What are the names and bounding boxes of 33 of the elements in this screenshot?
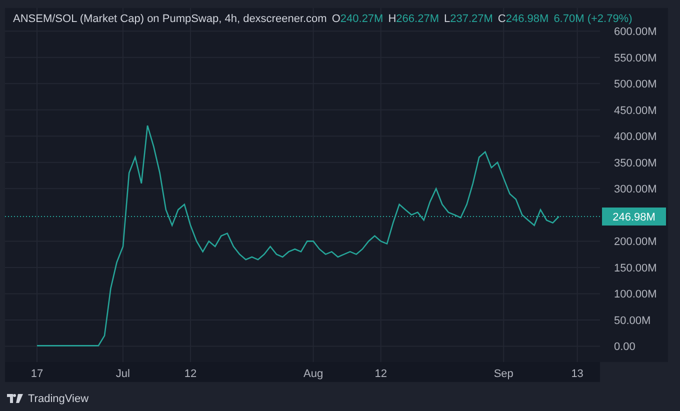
last-price-label: 246.98M: [612, 212, 656, 224]
logo-icon: [7, 394, 23, 403]
ohlc-label: C: [498, 13, 506, 25]
y-axis-label: 200.00M: [614, 236, 657, 248]
y-axis-label: 450.00M: [614, 104, 657, 117]
y-axis-label: 600.00M: [614, 26, 657, 38]
chart-title: ANSEM/SOL (Market Cap) on PumpSwap, 4h, dexscreener.com: [13, 13, 327, 25]
ohlc-label: O: [332, 13, 340, 25]
y-axis-label: 50.00M: [614, 314, 651, 327]
y-axis-label: 100.00M: [614, 288, 657, 301]
ohlc-value: 237.27M: [450, 13, 493, 25]
last-price-badge: [602, 208, 666, 226]
branding-label: TradingView: [28, 392, 89, 404]
y-axis-label: 500.00M: [614, 78, 657, 91]
x-axis-label: Jul: [116, 368, 130, 380]
y-axis-label: 150.00M: [614, 262, 657, 274]
y-axis-label: 550.00M: [614, 52, 657, 64]
y-axis-label: 350.00M: [614, 157, 657, 170]
x-axis-label: 17: [30, 368, 44, 380]
price-change: 6.70M (+2.79%): [554, 13, 632, 25]
ohlc-value: 246.98M: [506, 13, 549, 25]
x-axis-label: Sep: [494, 368, 514, 380]
ohlc-value: 266.27M: [396, 13, 439, 25]
ohlc-value: 240.27M: [340, 13, 384, 25]
y-axis-label: 400.00M: [614, 131, 657, 144]
ohlc-label: H: [388, 13, 396, 25]
x-axis-label: 13: [571, 368, 584, 380]
y-axis-label: 300.00M: [614, 184, 657, 196]
x-axis-label: 12: [374, 368, 387, 380]
ohlc-label: L: [444, 13, 450, 25]
x-axis-label: 12: [184, 368, 197, 380]
y-axis-label: 0.00: [614, 341, 636, 354]
x-axis-label: Aug: [304, 368, 324, 380]
